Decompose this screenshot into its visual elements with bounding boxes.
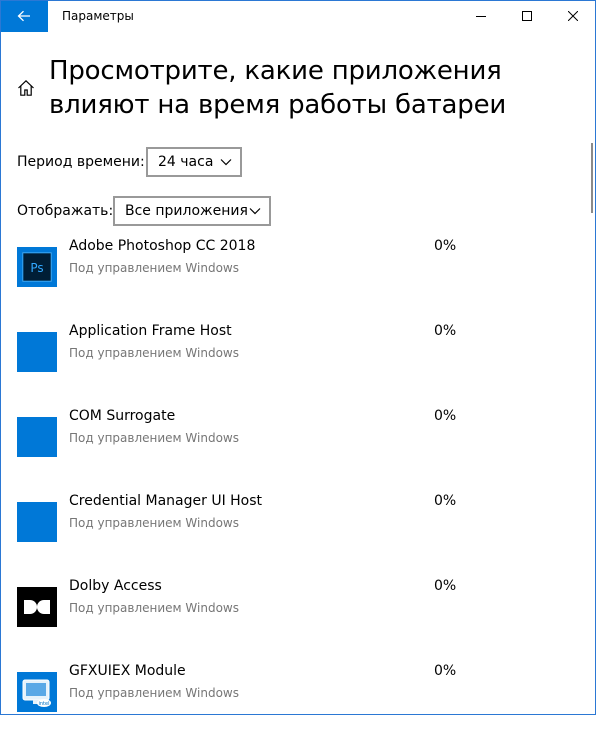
minimize-icon bbox=[476, 16, 486, 17]
close-button[interactable] bbox=[550, 0, 596, 32]
scrollbar[interactable] bbox=[591, 143, 593, 213]
list-item[interactable]: intel GFXUIEX Module Под управлением Win… bbox=[17, 663, 477, 732]
close-icon bbox=[568, 11, 578, 21]
app-percent: 0% bbox=[434, 493, 457, 509]
app-percent: 0% bbox=[434, 663, 457, 679]
generic-app-icon bbox=[17, 417, 57, 457]
list-item[interactable]: Ps Adobe Photoshop CC 2018 Под управлени… bbox=[17, 238, 477, 307]
page-title: Просмотрите, какие приложения влияют на … bbox=[49, 56, 507, 120]
app-percent: 0% bbox=[434, 408, 457, 424]
minimize-button[interactable] bbox=[458, 0, 504, 32]
photoshop-icon: Ps bbox=[17, 247, 57, 287]
window-title: Параметры bbox=[62, 9, 134, 23]
app-subtitle: Под управлением Windows bbox=[69, 431, 239, 445]
list-item[interactable]: Credential Manager UI Host Под управлени… bbox=[17, 493, 477, 562]
maximize-button[interactable] bbox=[504, 0, 550, 32]
app-name: GFXUIEX Module bbox=[69, 663, 186, 679]
svg-text:Ps: Ps bbox=[30, 261, 43, 275]
generic-app-icon bbox=[17, 502, 57, 542]
app-subtitle: Под управлением Windows bbox=[69, 686, 239, 700]
home-icon bbox=[18, 79, 34, 96]
app-subtitle: Под управлением Windows bbox=[69, 516, 239, 530]
app-name: Dolby Access bbox=[69, 578, 162, 594]
generic-app-icon bbox=[17, 332, 57, 372]
list-item[interactable]: Dolby Access Под управлением Windows 0% bbox=[17, 578, 477, 647]
chevron-down-icon bbox=[220, 159, 232, 166]
app-subtitle: Под управлением Windows bbox=[69, 261, 239, 275]
app-percent: 0% bbox=[434, 578, 457, 594]
show-dropdown[interactable]: Все приложения bbox=[113, 196, 271, 226]
app-percent: 0% bbox=[434, 238, 457, 254]
app-name: COM Surrogate bbox=[69, 408, 176, 424]
title-bar: Параметры bbox=[0, 0, 596, 32]
list-item[interactable]: COM Surrogate Под управлением Windows 0% bbox=[17, 408, 477, 477]
period-dropdown[interactable]: 24 часа bbox=[146, 147, 242, 177]
svg-text:intel: intel bbox=[39, 701, 50, 707]
home-button[interactable] bbox=[17, 79, 35, 97]
maximize-icon bbox=[522, 11, 532, 21]
back-button[interactable] bbox=[0, 0, 48, 32]
app-name: Adobe Photoshop CC 2018 bbox=[69, 238, 256, 254]
dolby-icon bbox=[17, 587, 57, 627]
period-value: 24 часа bbox=[158, 154, 214, 170]
back-arrow-icon bbox=[17, 10, 30, 22]
period-label: Период времени: bbox=[17, 154, 145, 170]
chevron-down-icon bbox=[249, 208, 261, 215]
list-item[interactable]: Application Frame Host Под управлением W… bbox=[17, 323, 477, 392]
app-subtitle: Под управлением Windows bbox=[69, 601, 239, 615]
intel-graphics-icon: intel bbox=[17, 672, 57, 712]
app-name: Application Frame Host bbox=[69, 323, 232, 339]
show-value: Все приложения bbox=[125, 203, 248, 219]
app-name: Credential Manager UI Host bbox=[69, 493, 263, 509]
app-percent: 0% bbox=[434, 323, 457, 339]
show-label: Отображать: bbox=[17, 203, 114, 219]
app-subtitle: Под управлением Windows bbox=[69, 346, 239, 360]
